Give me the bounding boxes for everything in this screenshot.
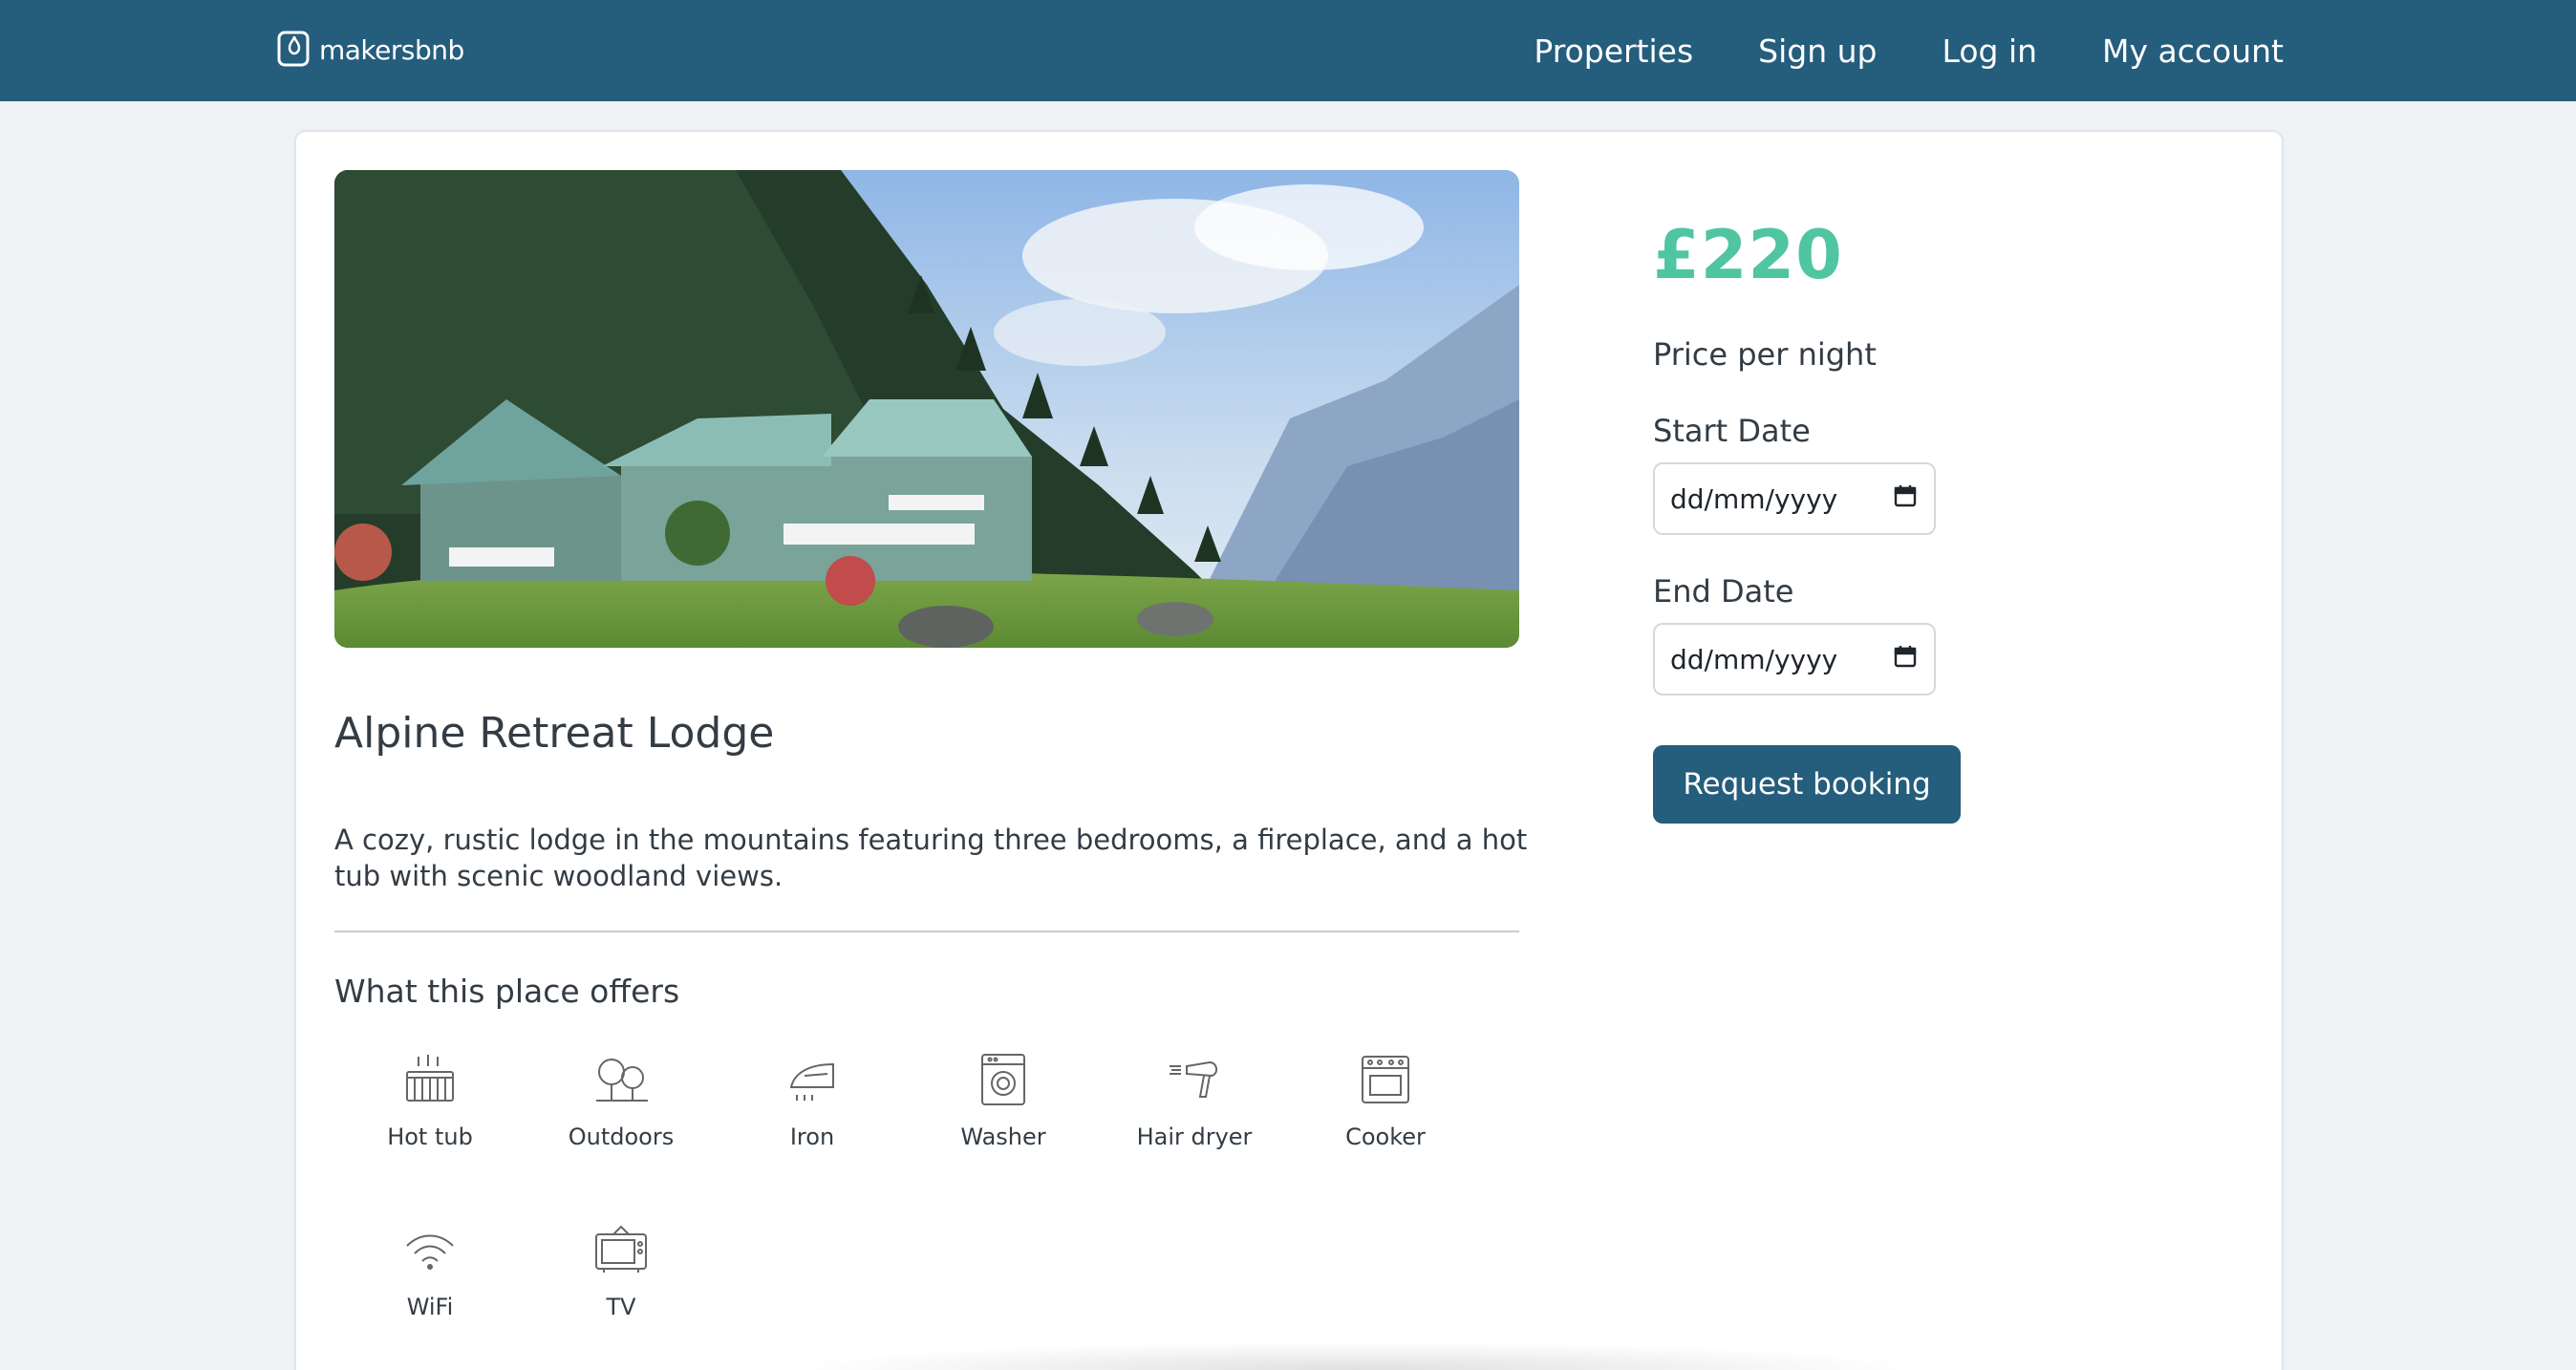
amenity-iron: Iron <box>717 1049 908 1150</box>
washer-icon <box>973 1049 1034 1110</box>
end-date-placeholder: dd/mm/yyyy <box>1670 643 1838 675</box>
end-date-input[interactable]: dd/mm/yyyy <box>1653 623 1936 696</box>
amenity-washer: Washer <box>908 1049 1099 1150</box>
trees-icon <box>590 1049 652 1110</box>
start-date-placeholder: dd/mm/yyyy <box>1670 482 1838 515</box>
amenity-label: TV <box>606 1294 636 1320</box>
bottom-shadow <box>784 1341 1930 1370</box>
nightly-price: £220 <box>1653 216 1843 294</box>
listing-description: A cozy, rustic lodge in the mountains fe… <box>334 824 1528 892</box>
amenity-tv: TV <box>526 1219 717 1320</box>
hot-tub-icon <box>399 1049 461 1110</box>
nav-link-properties[interactable]: Properties <box>1534 32 1693 70</box>
logo-icon <box>275 27 313 73</box>
amenity-hair-dryer: Hair dryer <box>1099 1049 1290 1150</box>
amenity-hot-tub: Hot tub <box>334 1049 526 1150</box>
hair-dryer-icon <box>1164 1049 1225 1110</box>
nav-link-sign-up[interactable]: Sign up <box>1758 32 1877 70</box>
amenity-cooker: Cooker <box>1290 1049 1481 1150</box>
amenity-wifi: WiFi <box>334 1219 526 1320</box>
calendar-icon[interactable] <box>1892 482 1919 516</box>
main-nav: Properties Sign up Log in My account <box>1534 0 2284 101</box>
end-date-label: End Date <box>1653 573 1794 610</box>
tv-icon <box>590 1219 652 1280</box>
amenity-outdoors: Outdoors <box>526 1049 717 1150</box>
nav-link-my-account[interactable]: My account <box>2102 32 2284 70</box>
nav-link-log-in[interactable]: Log in <box>1943 32 2038 70</box>
calendar-icon[interactable] <box>1892 643 1919 676</box>
amenity-label: Iron <box>789 1124 835 1150</box>
price-per-night-label: Price per night <box>1653 336 1877 373</box>
wifi-icon <box>399 1219 461 1280</box>
amenity-label: Hair dryer <box>1136 1124 1253 1150</box>
start-date-input[interactable]: dd/mm/yyyy <box>1653 462 1936 535</box>
amenity-label: Washer <box>960 1124 1046 1150</box>
brand-logo[interactable]: makersbnb <box>275 27 464 73</box>
amenity-label: Outdoors <box>568 1124 675 1150</box>
amenity-label: Hot tub <box>387 1124 473 1150</box>
request-booking-button[interactable]: Request booking <box>1653 745 1961 824</box>
listing-photo <box>334 170 1519 648</box>
section-divider <box>334 931 1519 932</box>
listing-title: Alpine Retreat Lodge <box>334 709 775 758</box>
listing-card: Alpine Retreat Lodge A cozy, rustic lodg… <box>294 130 2284 1370</box>
iron-icon <box>782 1049 843 1110</box>
start-date-label: Start Date <box>1653 413 1811 449</box>
brand-name: makersbnb <box>319 33 464 66</box>
cooker-icon <box>1355 1049 1416 1110</box>
amenities-heading: What this place offers <box>334 973 680 1010</box>
amenity-label: WiFi <box>406 1294 454 1320</box>
amenity-label: Cooker <box>1345 1124 1426 1150</box>
top-nav-bar: makersbnb Properties Sign up Log in My a… <box>0 0 2576 101</box>
